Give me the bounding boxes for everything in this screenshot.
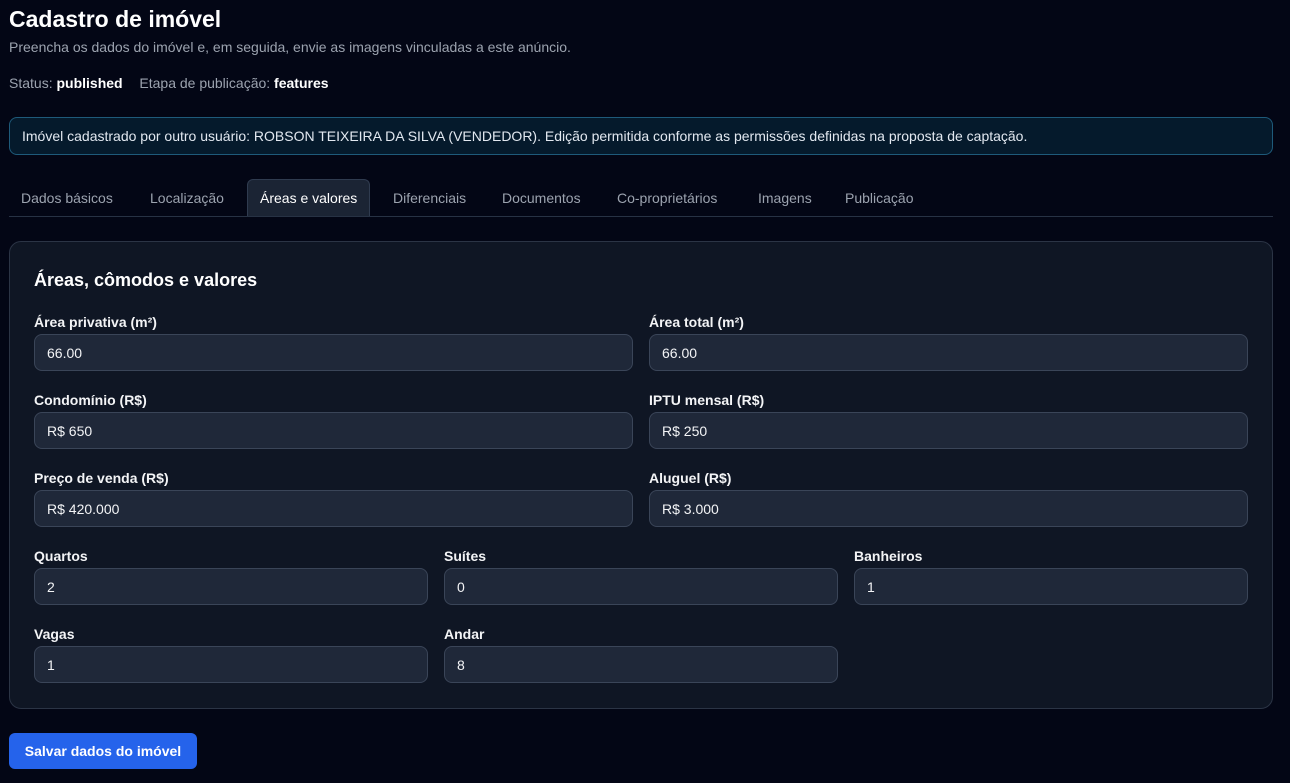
- tab-dados-basicos[interactable]: Dados básicos: [9, 179, 125, 217]
- condominio-field: Condomínio (R$): [34, 392, 633, 449]
- form-card: Áreas, cômodos e valores Área privativa …: [9, 241, 1273, 709]
- notice-text: Imóvel cadastrado por outro usuário: ROB…: [22, 128, 1028, 144]
- andar-label: Andar: [444, 626, 485, 642]
- area-privativa-input[interactable]: [34, 334, 633, 371]
- page-title: Cadastro de imóvel: [9, 6, 222, 32]
- page-subtitle: Preencha os dados do imóvel e, em seguid…: [9, 39, 571, 55]
- ownership-notice: Imóvel cadastrado por outro usuário: ROB…: [9, 117, 1273, 155]
- area-privativa-label: Área privativa (m²): [34, 314, 157, 330]
- area-total-label: Área total (m²): [649, 314, 744, 330]
- suites-field: Suítes: [444, 548, 838, 605]
- banheiros-field: Banheiros: [854, 548, 1248, 605]
- save-button[interactable]: Salvar dados do imóvel: [9, 733, 197, 769]
- andar-input[interactable]: [444, 646, 838, 683]
- tab-publicacao[interactable]: Publicação: [833, 179, 926, 217]
- condominio-label: Condomínio (R$): [34, 392, 147, 408]
- stage-label: Etapa de publicação:: [139, 75, 271, 91]
- suites-label: Suítes: [444, 548, 487, 564]
- vagas-input[interactable]: [34, 646, 428, 683]
- tab-areas-e-valores[interactable]: Áreas e valores: [247, 179, 371, 216]
- form-title: Áreas, cômodos e valores: [34, 270, 258, 290]
- preco-venda-field: Preço de venda (R$): [34, 470, 633, 527]
- tab-localizacao[interactable]: Localização: [138, 179, 236, 217]
- aluguel-field: Aluguel (R$): [649, 470, 1248, 527]
- iptu-label: IPTU mensal (R$): [649, 392, 765, 408]
- vagas-label: Vagas: [34, 626, 75, 642]
- preco-venda-label: Preço de venda (R$): [34, 470, 169, 486]
- tab-imagens[interactable]: Imagens: [746, 179, 824, 217]
- banheiros-label: Banheiros: [854, 548, 923, 564]
- condominio-input[interactable]: [34, 412, 633, 449]
- quartos-label: Quartos: [34, 548, 88, 564]
- iptu-input[interactable]: [649, 412, 1248, 449]
- quartos-field: Quartos: [34, 548, 428, 605]
- tab-diferenciais[interactable]: Diferenciais: [381, 179, 478, 217]
- aluguel-label: Aluguel (R$): [649, 470, 732, 486]
- stage-value: features: [274, 75, 329, 91]
- tab-bar: Dados básicos Localização Áreas e valore…: [9, 179, 1273, 217]
- aluguel-input[interactable]: [649, 490, 1248, 527]
- vagas-field: Vagas: [34, 626, 428, 683]
- area-total-input[interactable]: [649, 334, 1248, 371]
- preco-venda-input[interactable]: [34, 490, 633, 527]
- area-total-field: Área total (m²): [649, 314, 1248, 371]
- status-value: published: [56, 75, 123, 91]
- status-line: Status: published Etapa de publicação: f…: [9, 75, 329, 91]
- status-label: Status:: [9, 75, 53, 91]
- tab-documentos[interactable]: Documentos: [490, 179, 593, 217]
- page: Cadastro de imóvel Preencha os dados do …: [0, 0, 1290, 783]
- iptu-field: IPTU mensal (R$): [649, 392, 1248, 449]
- andar-field: Andar: [444, 626, 838, 683]
- quartos-input[interactable]: [34, 568, 428, 605]
- tab-co-proprietarios[interactable]: Co-proprietários: [605, 179, 729, 217]
- suites-input[interactable]: [444, 568, 838, 605]
- area-privativa-field: Área privativa (m²): [34, 314, 633, 371]
- banheiros-input[interactable]: [854, 568, 1248, 605]
